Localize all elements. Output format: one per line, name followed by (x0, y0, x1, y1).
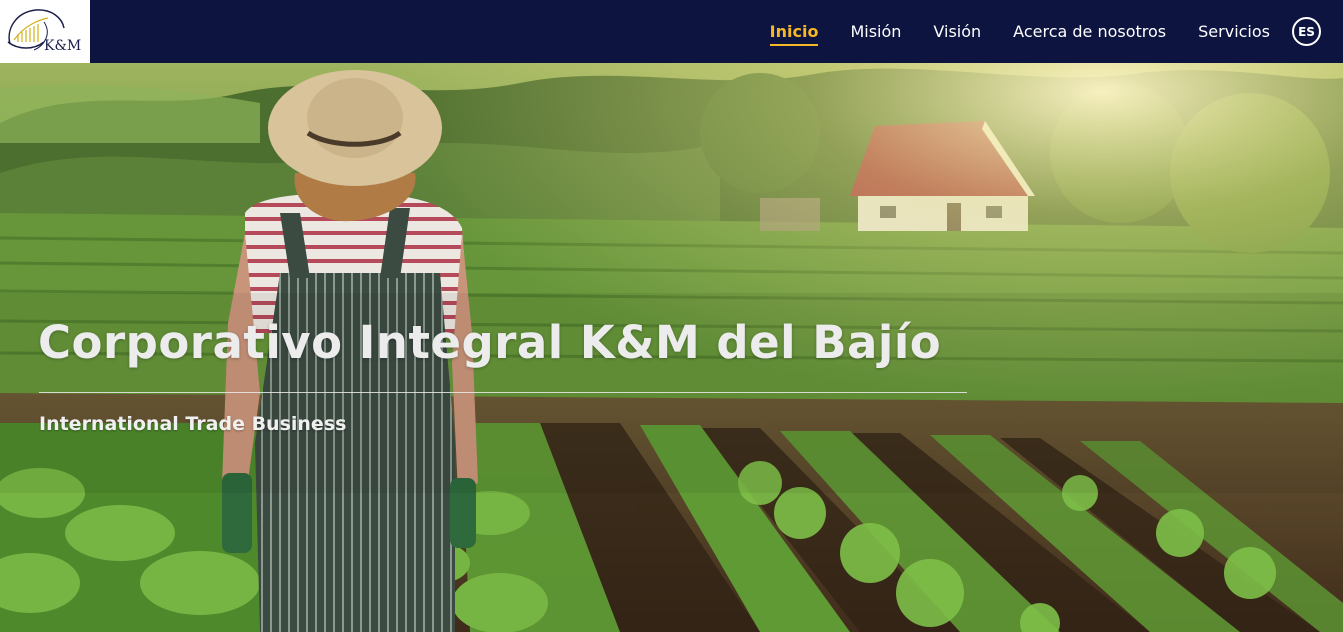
hero-title: Corporativo Integral K&M del Bajío (38, 316, 942, 369)
nav-acerca-de-nosotros[interactable]: Acerca de nosotros (1013, 16, 1166, 47)
nav-servicios[interactable]: Servicios (1198, 16, 1270, 47)
logo-text: K&M (44, 38, 82, 54)
hero-divider (39, 392, 967, 393)
nav-mision[interactable]: Misión (850, 16, 901, 47)
language-toggle-button[interactable]: ES (1292, 17, 1321, 46)
top-navbar: K&M Inicio Misión Visión Acerca de nosot… (0, 0, 1343, 63)
nav-vision[interactable]: Visión (933, 16, 981, 47)
hero-section: Corporativo Integral K&M del Bajío Inter… (0, 63, 1343, 632)
nav-inicio[interactable]: Inicio (769, 16, 818, 47)
company-logo[interactable]: K&M (0, 0, 90, 63)
main-nav: Inicio Misión Visión Acerca de nosotros … (769, 0, 1270, 63)
hero-subtitle: International Trade Business (39, 413, 347, 435)
